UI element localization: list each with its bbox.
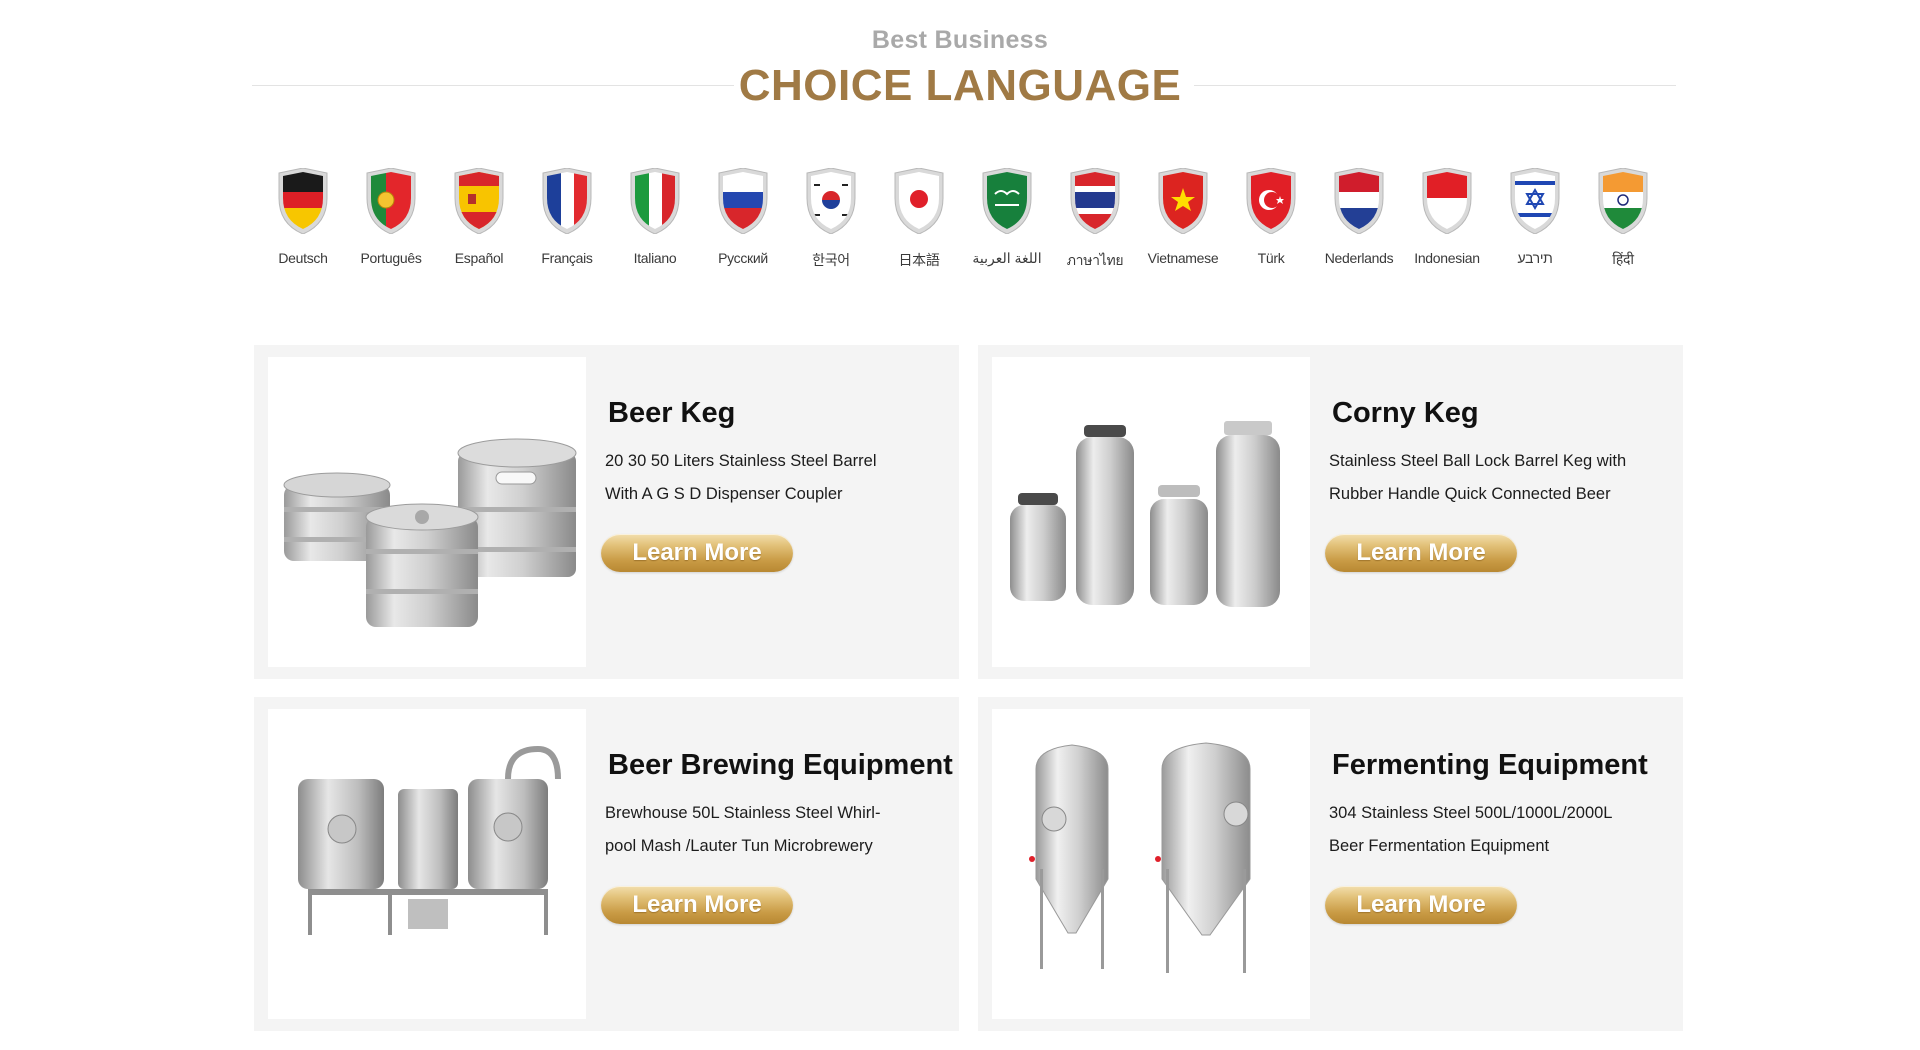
product-description-line: Brewhouse 50L Stainless Steel Whirl-: [605, 804, 881, 822]
language-label: Italiano: [633, 250, 677, 266]
language-label: हिंदी: [1612, 251, 1634, 267]
vietnam-flag-icon: [1158, 168, 1208, 234]
fermenting-tank-image[interactable]: [992, 709, 1310, 1019]
product-description-line: 304 Stainless Steel 500L/1000L/2000L: [1329, 804, 1613, 822]
thailand-flag-icon: [1070, 168, 1120, 234]
language-link-vietnamese[interactable]: Vietnamese: [1147, 168, 1219, 278]
product-title: Corny Keg: [1332, 397, 1479, 429]
language-label: اللغة العربية: [972, 250, 1042, 266]
product-description-line: pool Mash /Lauter Tun Microbrewery: [605, 837, 873, 855]
section-subtitle: Best Business: [871, 26, 1049, 54]
learn-more-button[interactable]: Learn More: [1325, 534, 1517, 572]
product-title: Beer Brewing Equipment: [608, 749, 953, 781]
language-link-portugues[interactable]: Português: [356, 168, 426, 278]
heading-divider-right: [1194, 85, 1676, 86]
product-description-line: With A G S D Dispenser Coupler: [605, 485, 843, 503]
learn-more-button[interactable]: Learn More: [1325, 886, 1517, 924]
language-label: Nederlands: [1324, 250, 1394, 266]
language-label: Português: [360, 250, 422, 266]
israel-flag-icon: [1510, 168, 1560, 234]
india-flag-icon: [1598, 168, 1648, 234]
page: Best Business CHOICE LANGUAGE Deutsch Po…: [0, 0, 1920, 1050]
language-label: Français: [541, 250, 593, 266]
turkey-flag-icon: [1246, 168, 1296, 234]
product-description: Brewhouse 50L Stainless Steel Whirl- poo…: [605, 797, 945, 863]
language-link-espanol[interactable]: Español: [444, 168, 514, 278]
product-title: Beer Keg: [608, 397, 736, 429]
korea-flag-icon: [806, 168, 856, 234]
language-link-thai[interactable]: ภาษาไทย: [1060, 168, 1130, 278]
learn-more-button[interactable]: Learn More: [601, 886, 793, 924]
product-description: Stainless Steel Ball Lock Barrel Keg wit…: [1329, 445, 1669, 511]
language-link-italiano[interactable]: Italiano: [620, 168, 690, 278]
product-title: Fermenting Equipment: [1332, 749, 1648, 781]
language-link-japanese[interactable]: 日本語: [884, 168, 954, 278]
corny-keg-image[interactable]: [992, 357, 1310, 667]
language-link-korean[interactable]: 한국어: [796, 168, 866, 278]
language-link-russian[interactable]: Русский: [708, 168, 778, 278]
learn-more-button[interactable]: Learn More: [601, 534, 793, 572]
indonesia-flag-icon: [1422, 168, 1472, 234]
france-flag-icon: [542, 168, 592, 234]
language-link-nederlands[interactable]: Nederlands: [1324, 168, 1394, 278]
language-list: Deutsch Português Español Français Itali…: [252, 168, 1674, 278]
section-heading: Best Business CHOICE LANGUAGE: [0, 24, 1920, 112]
product-card-fermenting-equipment: Fermenting Equipment 304 Stainless Steel…: [978, 697, 1683, 1031]
product-card-beer-brewing-equipment: Beer Brewing Equipment Brewhouse 50L Sta…: [254, 697, 959, 1031]
spain-flag-icon: [454, 168, 504, 234]
russia-flag-icon: [718, 168, 768, 234]
language-label: Русский: [718, 250, 768, 266]
language-link-deutsch[interactable]: Deutsch: [268, 168, 338, 278]
language-link-turk[interactable]: Türk: [1236, 168, 1306, 278]
product-description: 20 30 50 Liters Stainless Steel Barrel W…: [605, 445, 945, 511]
product-card-corny-keg: Corny Keg Stainless Steel Ball Lock Barr…: [978, 345, 1683, 679]
netherlands-flag-icon: [1334, 168, 1384, 234]
section-title: CHOICE LANGUAGE: [738, 61, 1182, 110]
language-label: 日本語: [898, 252, 940, 268]
language-label: 한국어: [812, 252, 850, 268]
product-description-line: Rubber Handle Quick Connected Beer: [1329, 485, 1611, 503]
portugal-flag-icon: [366, 168, 416, 234]
language-label: Español: [454, 250, 504, 266]
product-description: 304 Stainless Steel 500L/1000L/2000L Bee…: [1329, 797, 1669, 863]
language-label: Deutsch: [278, 250, 328, 266]
beer-keg-image[interactable]: [268, 357, 586, 667]
language-label: Türk: [1257, 250, 1285, 266]
product-description-line: Stainless Steel Ball Lock Barrel Keg wit…: [1329, 452, 1627, 470]
italy-flag-icon: [630, 168, 680, 234]
saudi-arabia-flag-icon: [982, 168, 1032, 234]
language-link-hindi[interactable]: हिंदी: [1588, 168, 1658, 278]
language-label: Indonesian: [1414, 250, 1480, 266]
language-link-indonesian[interactable]: Indonesian: [1412, 168, 1482, 278]
language-label: Vietnamese: [1147, 250, 1219, 266]
language-link-hebrew[interactable]: תירבע: [1500, 168, 1570, 278]
product-description-line: Beer Fermentation Equipment: [1329, 837, 1550, 855]
product-card-beer-keg: Beer Keg 20 30 50 Liters Stainless Steel…: [254, 345, 959, 679]
brewing-equipment-image[interactable]: [268, 709, 586, 1019]
language-label: ภาษาไทย: [1066, 252, 1124, 268]
language-link-arabic[interactable]: اللغة العربية: [972, 168, 1042, 278]
language-link-francais[interactable]: Français: [532, 168, 602, 278]
product-description-line: 20 30 50 Liters Stainless Steel Barrel: [605, 452, 877, 470]
language-label: תירבע: [1517, 250, 1553, 266]
germany-flag-icon: [278, 168, 328, 234]
heading-divider-left: [252, 85, 734, 86]
japan-flag-icon: [894, 168, 944, 234]
